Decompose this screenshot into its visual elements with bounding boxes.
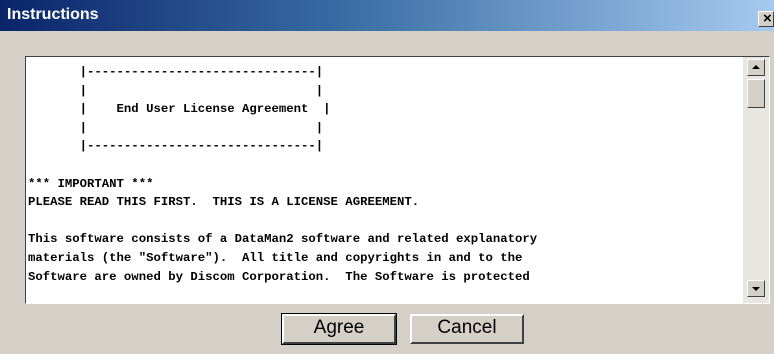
text-line: | End User License Agreement |: [28, 102, 331, 117]
cancel-button[interactable]: Cancel: [410, 314, 524, 344]
scroll-down-button[interactable]: [747, 280, 765, 297]
close-icon: ×: [763, 11, 772, 27]
scroll-thumb[interactable]: [747, 79, 765, 108]
text-line: PLEASE READ THIS FIRST. THIS IS A LICENS…: [28, 195, 420, 210]
text-line: | |: [28, 83, 324, 98]
scroll-up-button[interactable]: [747, 59, 765, 76]
chevron-down-icon: [752, 287, 760, 291]
dialog-title: Instructions: [7, 6, 99, 23]
close-button[interactable]: ×: [758, 11, 774, 27]
instructions-dialog: Instructions × |------------------------…: [0, 0, 774, 354]
text-line: [28, 156, 744, 175]
text-line: | |: [28, 120, 324, 135]
chevron-up-icon: [752, 65, 760, 69]
agree-button[interactable]: Agree: [281, 313, 397, 345]
text-line: [28, 212, 744, 231]
vertical-scrollbar[interactable]: [743, 57, 769, 303]
title-bar[interactable]: Instructions ×: [0, 0, 774, 31]
text-line: Software are owned by Discom Corporation…: [28, 269, 530, 284]
text-line: This software consists of a DataMan2 sof…: [28, 232, 538, 247]
text-line: |-------------------------------|: [28, 139, 324, 154]
license-text: |-------------------------------| | | | …: [28, 63, 744, 303]
license-text-area[interactable]: |-------------------------------| | | | …: [25, 56, 770, 304]
text-line: |-------------------------------|: [28, 65, 324, 79]
text-line: materials (the "Software"). All title an…: [28, 250, 523, 265]
text-line: *** IMPORTANT ***: [28, 176, 154, 191]
